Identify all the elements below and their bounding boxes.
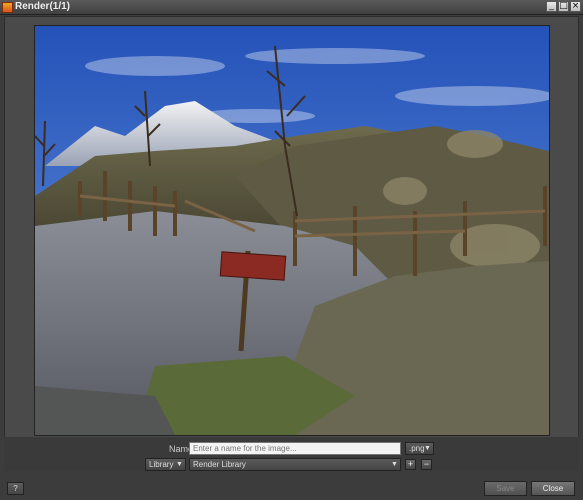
remove-library-button[interactable]: − (421, 459, 432, 470)
help-button[interactable]: ? (7, 482, 24, 495)
maximize-button[interactable]: □ (558, 1, 569, 12)
render-image (35, 26, 549, 435)
format-select[interactable]: .png ▼ (405, 442, 434, 455)
render-library-select[interactable]: Render Library ▼ (189, 458, 401, 471)
add-library-button[interactable]: + (405, 459, 416, 470)
close-button[interactable]: Close (531, 481, 575, 496)
library-label: Library (149, 460, 174, 469)
render-viewport (34, 25, 550, 436)
save-button[interactable]: Save (484, 481, 527, 496)
window-titlebar[interactable]: Render(1/1) _ □ × (0, 0, 583, 15)
app-icon (2, 2, 13, 13)
window-controls: _ □ × (546, 1, 581, 12)
image-name-input[interactable] (189, 442, 401, 455)
window-title: Render(1/1) (15, 1, 71, 12)
help-icon: ? (13, 484, 18, 493)
close-window-button[interactable]: × (570, 1, 581, 12)
chevron-down-icon: ▼ (176, 461, 183, 468)
library-value: Render Library (193, 460, 246, 469)
chevron-down-icon: ▼ (391, 461, 398, 468)
library-select[interactable]: Library ▼ (145, 458, 186, 471)
minimize-button[interactable]: _ (546, 1, 557, 12)
chevron-down-icon: ▼ (424, 445, 431, 452)
